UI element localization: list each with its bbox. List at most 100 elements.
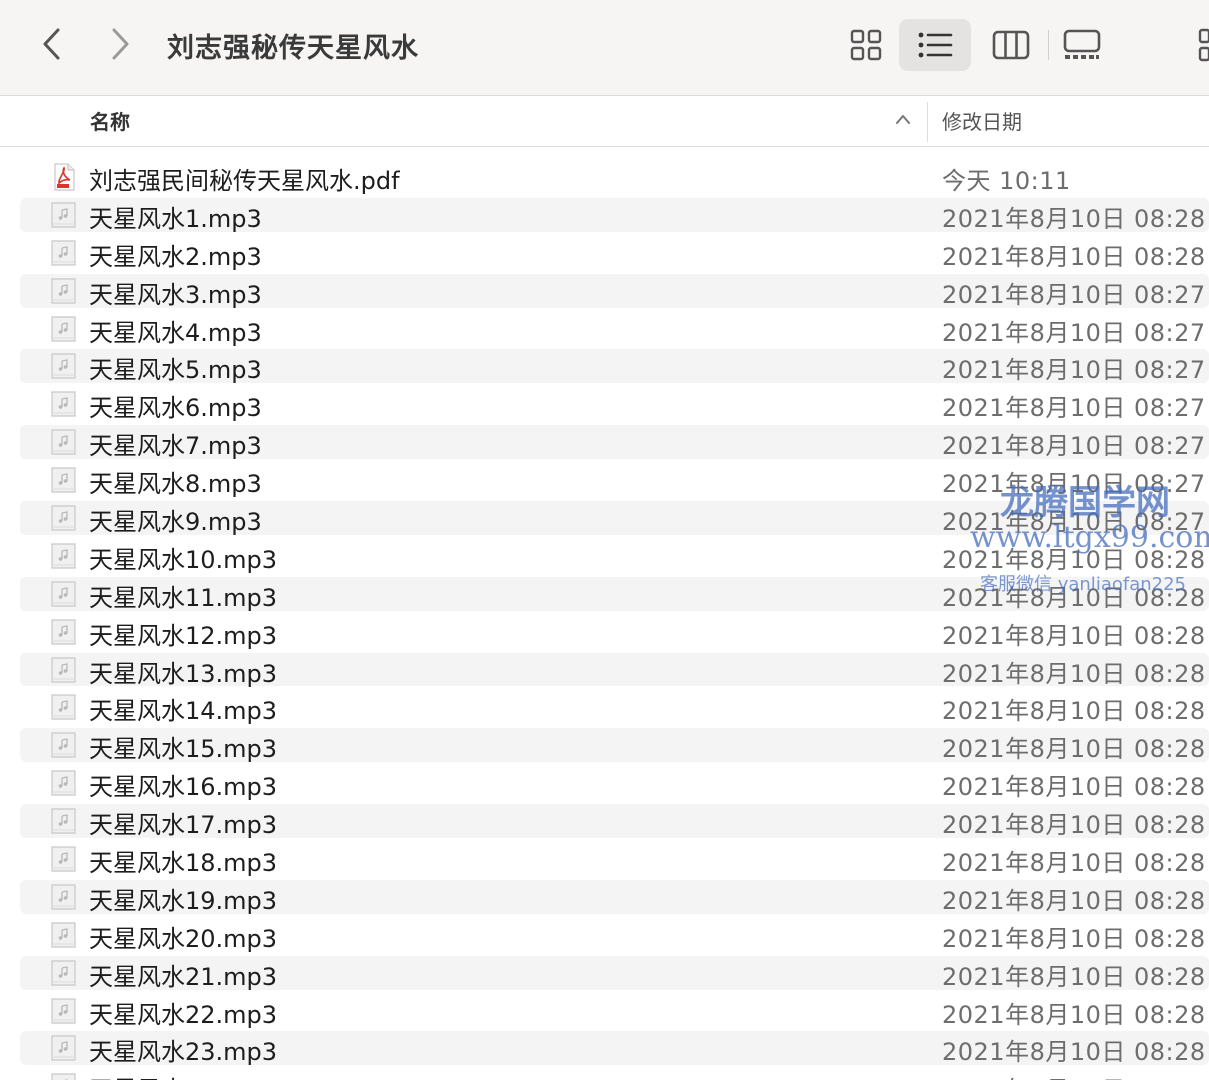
file-name: 天星风水16.mp3 <box>89 773 278 802</box>
file-row[interactable]: 天星风水20.mp3 2021年8月10日 08:28 <box>0 916 1209 954</box>
file-row[interactable]: 天星风水22.mp3 2021年8月10日 08:28 <box>0 992 1209 1030</box>
audio-file-icon <box>51 429 76 455</box>
chevron-left-icon <box>43 28 60 60</box>
file-row[interactable]: 天星风水7.mp3 2021年8月10日 08:27 <box>0 423 1209 461</box>
toolbar: 刘志强秘传天星风水 <box>0 0 1209 96</box>
file-row[interactable]: 天星风水12.mp3 2021年8月10日 08:28 <box>0 613 1209 651</box>
gallery-view-button[interactable] <box>1053 19 1111 71</box>
file-row[interactable]: 天星风水2.mp3 2021年8月10日 08:28 <box>0 234 1209 272</box>
file-name: 天星风水24.mp3 <box>89 1070 277 1080</box>
file-name: 天星风水17.mp3 <box>89 811 278 840</box>
file-date-modified: 2021年8月10日 08:28 <box>942 697 1206 726</box>
file-row[interactable]: 天星风水3.mp3 2021年8月10日 08:27 <box>0 272 1209 310</box>
audio-file-icon <box>51 543 76 569</box>
file-date-modified: 2021年8月10日 08:28 <box>942 735 1206 764</box>
file-name: 天星风水1.mp3 <box>89 204 262 233</box>
file-row[interactable]: 天星风水13.mp3 2021年8月10日 08:28 <box>0 651 1209 689</box>
file-list: 刘志强民间秘传天星风水.pdf 今天 10:11 天星风水1.mp3 2021年8月1… <box>0 158 1209 1080</box>
file-name: 天星风水18.mp3 <box>89 849 278 878</box>
file-row[interactable]: 天星风水8.mp3 2021年8月10日 08:27 <box>0 461 1209 499</box>
audio-file-icon <box>51 770 76 796</box>
file-date-modified: 2021年8月10日 08:28 <box>942 811 1206 840</box>
file-name: 天星风水13.mp3 <box>89 659 278 688</box>
audio-file-icon <box>51 240 76 266</box>
file-row[interactable]: 刘志强民间秘传天星风水.pdf 今天 10:11 <box>0 158 1209 196</box>
icon-view-button[interactable] <box>838 19 894 71</box>
file-row[interactable]: 天星风水15.mp3 2021年8月10日 08:28 <box>0 726 1209 764</box>
file-row[interactable]: 天星风水23.mp3 2021年8月10日 08:28 <box>0 1029 1209 1067</box>
file-date-modified: 2021年8月10日 08:28 <box>942 242 1206 271</box>
audio-file-icon <box>51 202 76 228</box>
file-row[interactable]: 天星风水21.mp3 2021年8月10日 08:28 <box>0 954 1209 992</box>
date-modified-column-header[interactable]: 修改日期 <box>942 106 1022 135</box>
file-date-modified: 2021年8月10日 08:28 <box>942 849 1206 878</box>
file-row[interactable]: 天星风水1.mp3 2021年8月10日 08:28 <box>0 196 1209 234</box>
file-name: 天星风水9.mp3 <box>89 508 262 537</box>
back-button[interactable] <box>32 22 72 66</box>
file-row[interactable]: 天星风水18.mp3 2021年8月10日 08:28 <box>0 840 1209 878</box>
file-date-modified: 2021年8月10日 08:27 <box>942 432 1206 461</box>
file-name: 天星风水6.mp3 <box>89 394 262 423</box>
file-date-modified: 2021年8月10日 08:28 <box>942 1038 1206 1067</box>
file-name: 天星风水12.mp3 <box>89 621 278 650</box>
gallery-icon <box>1063 29 1101 59</box>
audio-file-icon <box>51 619 76 645</box>
audio-file-icon <box>51 656 76 683</box>
file-row[interactable]: 天星风水16.mp3 2021年8月10日 08:28 <box>0 764 1209 802</box>
audio-file-icon <box>51 315 76 342</box>
file-row[interactable]: 天星风水24.mp3 2021年8月10日 08:28 <box>0 1067 1209 1080</box>
file-name: 天星风水8.mp3 <box>89 470 262 499</box>
audio-file-icon <box>51 467 76 493</box>
forward-button[interactable] <box>100 22 140 66</box>
audio-file-icon <box>51 694 76 721</box>
grid-icon <box>850 29 882 61</box>
list-view-button[interactable] <box>899 19 971 71</box>
group-by-icon[interactable] <box>1196 28 1209 64</box>
finder-window: 刘志强秘传天星风水 名称 修改日期 刘志强民间秘传天星风水.pdf 今天 10:… <box>0 0 1209 1080</box>
file-date-modified: 2021年8月10日 08:28 <box>942 1070 1206 1080</box>
file-name: 天星风水22.mp3 <box>89 1000 278 1029</box>
sort-ascending-icon[interactable] <box>894 112 912 126</box>
file-date-modified: 2021年8月10日 08:27 <box>942 356 1206 385</box>
file-row[interactable]: 天星风水4.mp3 2021年8月10日 08:27 <box>0 310 1209 348</box>
file-name: 天星风水7.mp3 <box>89 432 262 461</box>
file-row[interactable]: 天星风水9.mp3 2021年8月10日 08:27 <box>0 499 1209 537</box>
audio-file-icon <box>51 922 76 948</box>
file-row[interactable]: 天星风水19.mp3 2021年8月10日 08:28 <box>0 878 1209 916</box>
column-header: 名称 修改日期 <box>0 96 1209 147</box>
file-row[interactable]: 天星风水11.mp3 2021年8月10日 08:28 <box>0 575 1209 613</box>
file-date-modified: 2021年8月10日 08:28 <box>942 583 1206 612</box>
audio-file-icon <box>51 808 76 834</box>
file-name: 天星风水23.mp3 <box>89 1038 278 1067</box>
file-name: 天星风水15.mp3 <box>89 735 278 764</box>
file-date-modified: 2021年8月10日 08:28 <box>942 962 1206 991</box>
file-date-modified: 2021年8月10日 08:27 <box>942 318 1206 347</box>
file-date-modified: 2021年8月10日 08:28 <box>942 1000 1206 1029</box>
audio-file-icon <box>51 278 76 304</box>
audio-file-icon <box>51 353 76 380</box>
file-row[interactable]: 天星风水14.mp3 2021年8月10日 08:28 <box>0 688 1209 726</box>
file-date-modified: 2021年8月10日 08:27 <box>942 280 1206 309</box>
file-date-modified: 2021年8月10日 08:27 <box>942 470 1206 499</box>
file-name: 天星风水20.mp3 <box>89 924 278 953</box>
file-row[interactable]: 天星风水17.mp3 2021年8月10日 08:28 <box>0 802 1209 840</box>
column-view-button[interactable] <box>982 19 1040 71</box>
audio-file-icon <box>51 884 76 910</box>
audio-file-icon <box>51 1035 76 1062</box>
list-icon <box>918 32 953 58</box>
file-row[interactable]: 天星风水5.mp3 2021年8月10日 08:27 <box>0 347 1209 385</box>
columns-icon <box>992 30 1030 60</box>
column-divider[interactable] <box>927 102 928 142</box>
file-name: 天星风水14.mp3 <box>89 697 278 726</box>
file-date-modified: 2021年8月10日 08:27 <box>942 508 1206 537</box>
file-date-modified: 2021年8月10日 08:28 <box>942 659 1206 688</box>
file-row[interactable]: 天星风水6.mp3 2021年8月10日 08:27 <box>0 385 1209 423</box>
name-column-header[interactable]: 名称 <box>90 106 130 135</box>
toolbar-separator <box>1048 30 1049 60</box>
file-date-modified: 2021年8月10日 08:28 <box>942 621 1206 650</box>
file-row[interactable]: 天星风水10.mp3 2021年8月10日 08:28 <box>0 537 1209 575</box>
audio-file-icon <box>51 846 76 872</box>
audio-file-icon <box>51 391 76 417</box>
chevron-right-icon <box>112 28 129 60</box>
audio-file-icon <box>51 505 76 531</box>
